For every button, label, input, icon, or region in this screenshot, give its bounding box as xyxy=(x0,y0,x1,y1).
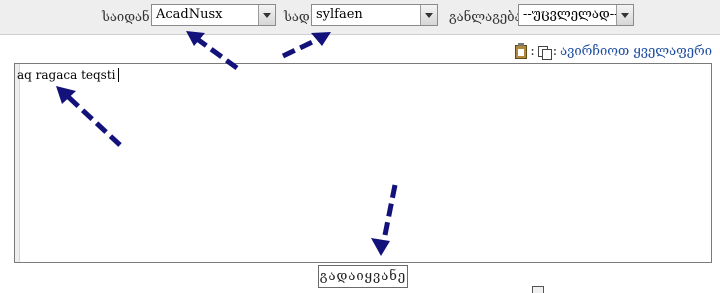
annotation-arrow xyxy=(371,238,390,256)
annotation-arrows xyxy=(56,31,398,256)
annotation-arrow xyxy=(61,90,122,147)
annotation-arrow xyxy=(191,33,239,71)
annotation-arrow xyxy=(380,184,398,246)
annotation-arrow xyxy=(311,32,331,46)
